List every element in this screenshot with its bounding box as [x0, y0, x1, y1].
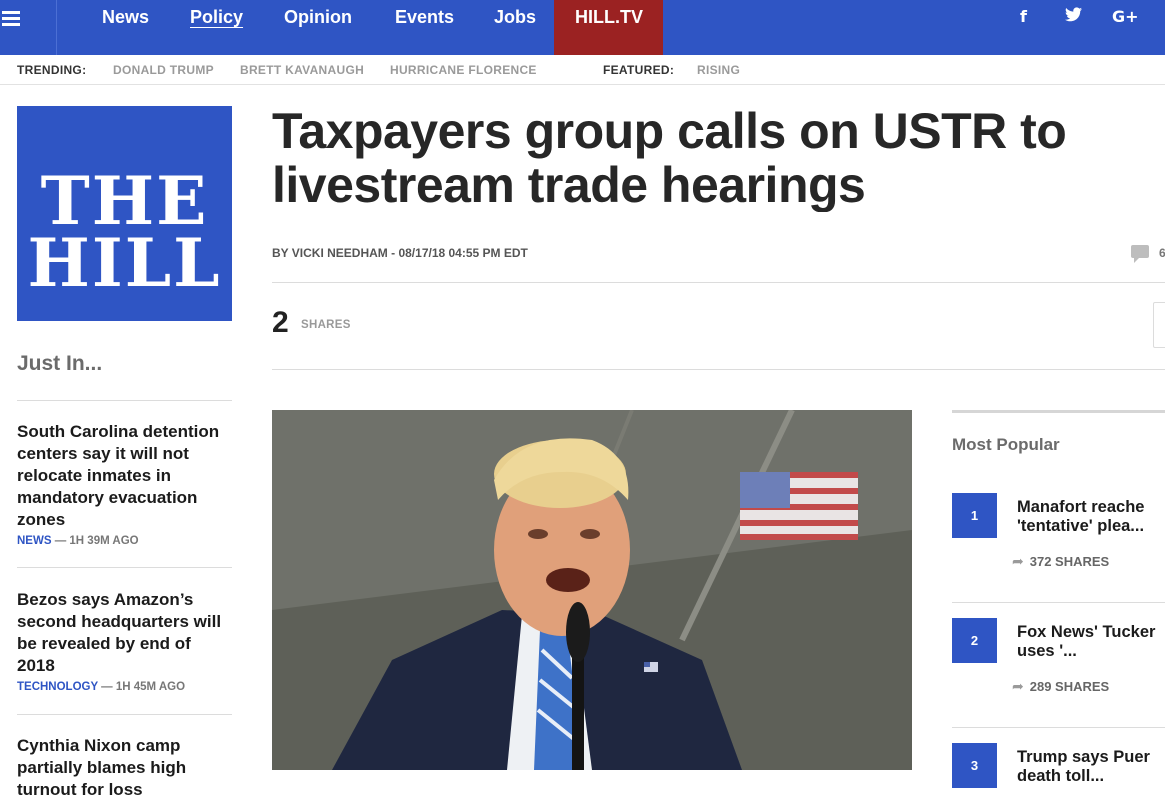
nav-hilltv[interactable]: HILL.TV [554, 0, 663, 55]
story-title[interactable]: Cynthia Nixon camp partially blames high… [17, 735, 232, 797]
article-headline: Taxpayers group calls on USTR to livestr… [272, 104, 1165, 212]
trending-label: TRENDING: [17, 63, 87, 77]
article-photo [272, 410, 912, 770]
twitter-icon[interactable] [1065, 7, 1082, 26]
featured-label: FEATURED: [603, 63, 675, 77]
nav-opinion[interactable]: Opinion [284, 7, 352, 28]
nav-hilltv-label: HILL.TV [575, 7, 643, 27]
menu-icon[interactable] [0, 0, 57, 55]
rank-badge: 1 [952, 493, 997, 538]
story-time: — 1H 45M AGO [101, 681, 186, 693]
nav-events[interactable]: Events [395, 7, 454, 28]
featured-item[interactable]: RISING [697, 63, 740, 77]
story-meta: NEWS — 1H 39M AGO [17, 535, 232, 547]
trending-item[interactable]: DONALD TRUMP [113, 63, 214, 77]
flag-icon [740, 472, 858, 540]
share-label: SHARES [301, 319, 351, 331]
most-popular-headline[interactable]: Fox News' Tucker uses '... [1017, 623, 1165, 661]
logo-line-2: HILL [27, 224, 222, 302]
google-plus-icon[interactable]: G+ [1112, 7, 1139, 26]
story-title[interactable]: Bezos says Amazon’s second headquarters … [17, 589, 232, 677]
share-button[interactable] [1153, 302, 1165, 348]
comment-count[interactable]: 6 [1159, 246, 1165, 260]
nav-news[interactable]: News [102, 7, 149, 28]
headline-line-1: Taxpayers group calls on USTR to [272, 104, 1067, 159]
facebook-icon[interactable]: f [1020, 7, 1027, 26]
rank-badge: 3 [952, 743, 997, 788]
story-title[interactable]: South Carolina detention centers say it … [17, 421, 232, 531]
article-byline: BY VICKI NEEDHAM - 08/17/18 04:55 PM EDT [272, 246, 528, 260]
trending-item[interactable]: HURRICANE FLORENCE [390, 63, 537, 77]
divider [17, 400, 232, 401]
story-category[interactable]: NEWS [17, 535, 52, 547]
the-hill-logo[interactable]: THE HILL [17, 106, 232, 321]
most-popular-headline[interactable]: Manafort reache 'tentative' plea... [1017, 498, 1165, 536]
most-popular-shares: ➦ 372 SHARES [1012, 553, 1109, 570]
rank-badge: 2 [952, 618, 997, 663]
story-time: — 1H 39M AGO [54, 535, 139, 547]
trending-bar: TRENDING: DONALD TRUMP BRETT KAVANAUGH H… [0, 55, 1165, 85]
divider [952, 602, 1165, 603]
story-category[interactable]: TECHNOLOGY [17, 681, 98, 693]
just-in-story[interactable]: Bezos says Amazon’s second headquarters … [17, 589, 232, 693]
photo-illustration [272, 410, 912, 770]
most-popular-shares: ➦ 289 SHARES [1012, 678, 1109, 695]
headline-line: 'tentative' plea... [1017, 517, 1145, 535]
headline-line: Trump says Puer [1017, 748, 1150, 766]
divider [17, 567, 232, 568]
share-count: 289 SHARES [1029, 679, 1110, 694]
headline-line: Manafort reache [1017, 498, 1145, 516]
share-arrow-icon: ➦ [1012, 553, 1024, 569]
headline-line: uses '... [1017, 642, 1077, 660]
story-meta: TECHNOLOGY — 1H 45M AGO [17, 681, 232, 693]
most-popular-rule [952, 410, 1165, 413]
divider [952, 727, 1165, 728]
just-in-story[interactable]: Cynthia Nixon camp partially blames high… [17, 735, 232, 797]
share-count: 2 [272, 306, 289, 339]
nav-jobs[interactable]: Jobs [494, 7, 536, 28]
headline-line: Fox News' Tucker [1017, 623, 1156, 641]
headline-line-2: livestream trade hearings [272, 157, 866, 212]
nav-policy[interactable]: Policy [190, 7, 243, 28]
most-popular-headline[interactable]: Trump says Puer death toll... [1017, 748, 1165, 786]
top-nav: News Policy Opinion Events Jobs HILL.TV … [0, 0, 1165, 55]
divider [272, 282, 1165, 283]
headline-line: death toll... [1017, 767, 1105, 785]
trending-item[interactable]: BRETT KAVANAUGH [240, 63, 364, 77]
share-arrow-icon: ➦ [1012, 678, 1024, 694]
most-popular-title: Most Popular [952, 435, 1060, 454]
comment-icon[interactable] [1131, 245, 1149, 263]
just-in-title: Just In... [17, 352, 103, 375]
divider [17, 714, 232, 715]
just-in-story[interactable]: South Carolina detention centers say it … [17, 421, 232, 547]
share-count: 372 SHARES [1029, 554, 1110, 569]
divider [272, 369, 1165, 370]
